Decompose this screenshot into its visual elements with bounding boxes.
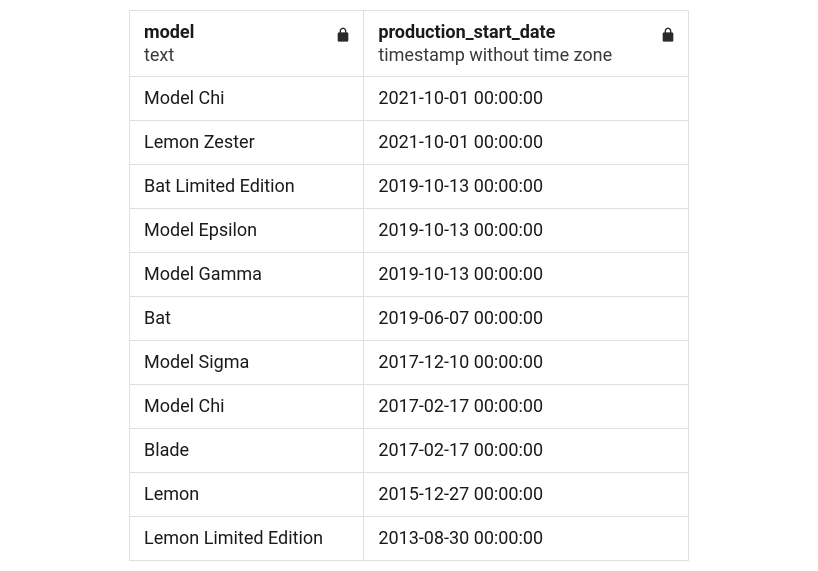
column-name: model — [144, 21, 349, 44]
table-row[interactable]: Bat2019-06-07 00:00:00 — [130, 297, 688, 341]
cell-production-start-date[interactable]: 2017-02-17 00:00:00 — [364, 429, 688, 472]
lock-icon — [660, 27, 676, 43]
cell-production-start-date[interactable]: 2013-08-30 00:00:00 — [364, 517, 688, 560]
cell-production-start-date[interactable]: 2021-10-01 00:00:00 — [364, 77, 688, 120]
table-row[interactable]: Model Sigma2017-12-10 00:00:00 — [130, 341, 688, 385]
cell-model[interactable]: Lemon — [130, 473, 364, 516]
cell-production-start-date[interactable]: 2019-10-13 00:00:00 — [364, 165, 688, 208]
table-row[interactable]: Lemon Limited Edition2013-08-30 00:00:00 — [130, 517, 688, 560]
table-row[interactable]: Model Chi2021-10-01 00:00:00 — [130, 77, 688, 121]
table-row[interactable]: Blade2017-02-17 00:00:00 — [130, 429, 688, 473]
cell-model[interactable]: Lemon Zester — [130, 121, 364, 164]
cell-production-start-date[interactable]: 2017-12-10 00:00:00 — [364, 341, 688, 384]
column-type: timestamp without time zone — [378, 44, 674, 67]
lock-icon — [335, 27, 351, 43]
table-row[interactable]: Bat Limited Edition2019-10-13 00:00:00 — [130, 165, 688, 209]
table-row[interactable]: Model Gamma2019-10-13 00:00:00 — [130, 253, 688, 297]
cell-model[interactable]: Blade — [130, 429, 364, 472]
table-header-row: model text production_start_date timesta… — [130, 11, 688, 77]
column-name: production_start_date — [378, 21, 674, 44]
cell-model[interactable]: Bat — [130, 297, 364, 340]
table-row[interactable]: Model Chi2017-02-17 00:00:00 — [130, 385, 688, 429]
cell-model[interactable]: Model Epsilon — [130, 209, 364, 252]
cell-model[interactable]: Model Chi — [130, 77, 364, 120]
table-body: Model Chi2021-10-01 00:00:00Lemon Zester… — [130, 77, 688, 560]
column-header-model[interactable]: model text — [130, 11, 364, 76]
cell-model[interactable]: Model Chi — [130, 385, 364, 428]
cell-model[interactable]: Model Gamma — [130, 253, 364, 296]
cell-production-start-date[interactable]: 2019-06-07 00:00:00 — [364, 297, 688, 340]
column-header-production-start-date[interactable]: production_start_date timestamp without … — [364, 11, 688, 76]
cell-production-start-date[interactable]: 2019-10-13 00:00:00 — [364, 253, 688, 296]
cell-model[interactable]: Bat Limited Edition — [130, 165, 364, 208]
cell-model[interactable]: Lemon Limited Edition — [130, 517, 364, 560]
cell-production-start-date[interactable]: 2017-02-17 00:00:00 — [364, 385, 688, 428]
cell-production-start-date[interactable]: 2015-12-27 00:00:00 — [364, 473, 688, 516]
cell-production-start-date[interactable]: 2021-10-01 00:00:00 — [364, 121, 688, 164]
column-type: text — [144, 44, 349, 67]
table-row[interactable]: Lemon Zester2021-10-01 00:00:00 — [130, 121, 688, 165]
table-row[interactable]: Lemon2015-12-27 00:00:00 — [130, 473, 688, 517]
cell-model[interactable]: Model Sigma — [130, 341, 364, 384]
data-table: model text production_start_date timesta… — [129, 10, 689, 561]
table-row[interactable]: Model Epsilon2019-10-13 00:00:00 — [130, 209, 688, 253]
cell-production-start-date[interactable]: 2019-10-13 00:00:00 — [364, 209, 688, 252]
